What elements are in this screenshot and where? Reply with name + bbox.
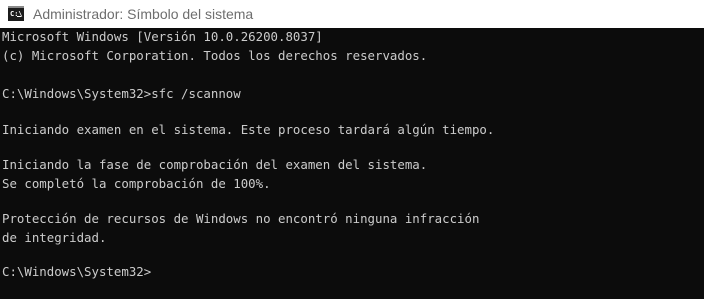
console-line-result-cont: de integridad. [2,230,107,245]
console-line-verify-phase: Iniciando la fase de comprobación del ex… [2,157,428,172]
console-line-prompt[interactable]: C:\Windows\System32> [2,263,151,281]
console-line-command: C:\Windows\System32>sfc /scannow [2,86,241,101]
console-line-copyright: (c) Microsoft Corporation. Todos los der… [2,48,428,63]
icon-cursor [17,16,21,17]
console-line-version: Microsoft Windows [Versión 10.0.26200.80… [2,29,323,44]
console-line-verify-done: Se completó la comprobación de 100%. [2,176,271,191]
command-prompt-icon[interactable]: C:\ [8,6,24,21]
console-line-result: Protección de recursos de Windows no enc… [2,211,480,226]
title-bar[interactable]: C:\ Administrador: Símbolo del sistema [0,0,704,28]
command-prompt-window: C:\ Administrador: Símbolo del sistema M… [0,0,704,299]
console-line-scan-start: Iniciando examen en el sistema. Este pro… [2,122,495,137]
window-title: Administrador: Símbolo del sistema [33,6,254,22]
console-output-area[interactable]: Microsoft Windows [Versión 10.0.26200.80… [0,28,704,299]
